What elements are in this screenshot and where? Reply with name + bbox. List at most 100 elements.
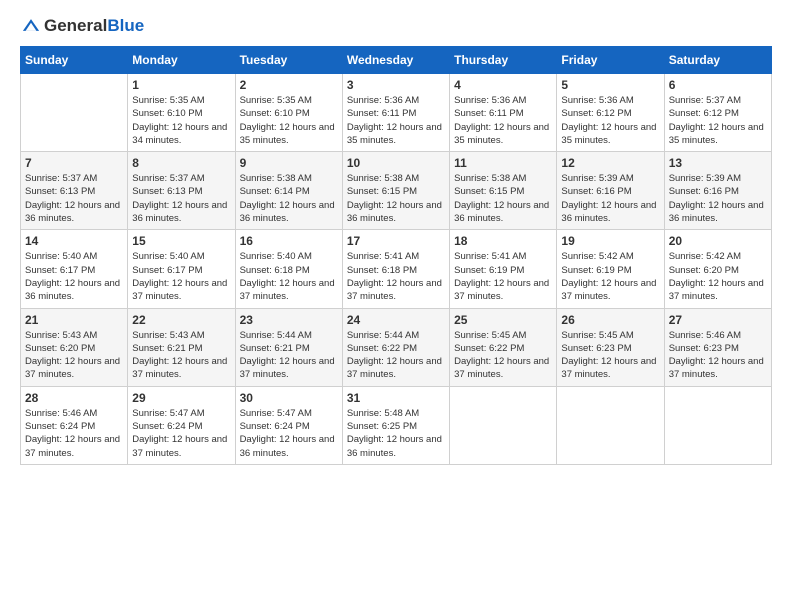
day-number: 18 (454, 234, 552, 248)
day-info: Sunrise: 5:46 AMSunset: 6:23 PMDaylight:… (669, 329, 767, 382)
day-info: Sunrise: 5:47 AMSunset: 6:24 PMDaylight:… (132, 407, 230, 460)
calendar-cell: 22Sunrise: 5:43 AMSunset: 6:21 PMDayligh… (128, 308, 235, 386)
calendar-cell: 19 Sunrise: 5:42 AMSunset: 6:19 PMDayligh… (557, 230, 664, 308)
day-info: Sunrise: 5:41 AMSunset: 6:19 PMDaylight:… (454, 250, 552, 303)
day-number: 30 (240, 391, 338, 405)
day-number: 27 (669, 313, 767, 327)
calendar-cell: 7 Sunrise: 5:37 AMSunset: 6:13 PMDaylight… (21, 152, 128, 230)
day-number: 2 (240, 78, 338, 92)
calendar-cell: 26 Sunrise: 5:45 AMSunset: 6:23 PMDayligh… (557, 308, 664, 386)
calendar-cell: 30 Sunrise: 5:47 AMSunset: 6:24 PMDayligh… (235, 386, 342, 464)
day-info: Sunrise: 5:43 AMSunset: 6:21 PMDaylight:… (132, 329, 230, 382)
day-info: Sunrise: 5:44 AMSunset: 6:22 PMDaylight:… (347, 329, 445, 382)
day-info: Sunrise: 5:36 AMSunset: 6:11 PMDaylight:… (454, 94, 552, 147)
calendar-cell: 21 Sunrise: 5:43 AMSunset: 6:20 PMDayligh… (21, 308, 128, 386)
day-info: Sunrise: 5:39 AMSunset: 6:16 PMDaylight:… (669, 172, 767, 225)
calendar-cell: 16 Sunrise: 5:40 AMSunset: 6:18 PMDayligh… (235, 230, 342, 308)
day-number: 1 (132, 78, 230, 92)
day-info: Sunrise: 5:45 AMSunset: 6:23 PMDaylight:… (561, 329, 659, 382)
day-info: Sunrise: 5:44 AMSunset: 6:21 PMDaylight:… (240, 329, 338, 382)
calendar-cell: 4 Sunrise: 5:36 AMSunset: 6:11 PMDaylight… (450, 74, 557, 152)
header-row: SundayMondayTuesdayWednesdayThursdayFrid… (21, 47, 772, 74)
day-info: Sunrise: 5:45 AMSunset: 6:22 PMDaylight:… (454, 329, 552, 382)
week-row-4: 21 Sunrise: 5:43 AMSunset: 6:20 PMDayligh… (21, 308, 772, 386)
day-number: 5 (561, 78, 659, 92)
calendar-cell: 1 Sunrise: 5:35 AMSunset: 6:10 PMDaylight… (128, 74, 235, 152)
calendar-cell: 12 Sunrise: 5:39 AMSunset: 6:16 PMDayligh… (557, 152, 664, 230)
day-number: 20 (669, 234, 767, 248)
calendar-cell: 24 Sunrise: 5:44 AMSunset: 6:22 PMDayligh… (342, 308, 449, 386)
day-number: 7 (25, 156, 123, 170)
calendar-cell: 28Sunrise: 5:46 AMSunset: 6:24 PMDayligh… (21, 386, 128, 464)
day-info: Sunrise: 5:36 AMSunset: 6:12 PMDaylight:… (561, 94, 659, 147)
page: GeneralBlue SundayMondayTuesdayWednesday… (0, 0, 792, 612)
header-day-friday: Friday (557, 47, 664, 74)
day-info: Sunrise: 5:38 AMSunset: 6:14 PMDaylight:… (240, 172, 338, 225)
header: GeneralBlue (20, 16, 772, 34)
day-number: 10 (347, 156, 445, 170)
week-row-5: 28Sunrise: 5:46 AMSunset: 6:24 PMDayligh… (21, 386, 772, 464)
calendar-cell: 11 Sunrise: 5:38 AMSunset: 6:15 PMDayligh… (450, 152, 557, 230)
week-row-2: 7 Sunrise: 5:37 AMSunset: 6:13 PMDaylight… (21, 152, 772, 230)
week-row-1: 1 Sunrise: 5:35 AMSunset: 6:10 PMDaylight… (21, 74, 772, 152)
day-info: Sunrise: 5:41 AMSunset: 6:18 PMDaylight:… (347, 250, 445, 303)
day-info: Sunrise: 5:40 AMSunset: 6:18 PMDaylight:… (240, 250, 338, 303)
calendar-cell: 27 Sunrise: 5:46 AMSunset: 6:23 PMDayligh… (664, 308, 771, 386)
day-info: Sunrise: 5:37 AMSunset: 6:13 PMDaylight:… (25, 172, 123, 225)
calendar-cell: 23 Sunrise: 5:44 AMSunset: 6:21 PMDayligh… (235, 308, 342, 386)
header-day-saturday: Saturday (664, 47, 771, 74)
day-info: Sunrise: 5:48 AMSunset: 6:25 PMDaylight:… (347, 407, 445, 460)
day-number: 23 (240, 313, 338, 327)
day-number: 25 (454, 313, 552, 327)
day-info: Sunrise: 5:42 AMSunset: 6:19 PMDaylight:… (561, 250, 659, 303)
week-row-3: 14 Sunrise: 5:40 AMSunset: 6:17 PMDayligh… (21, 230, 772, 308)
calendar-cell: 18 Sunrise: 5:41 AMSunset: 6:19 PMDayligh… (450, 230, 557, 308)
day-number: 24 (347, 313, 445, 327)
calendar-cell (450, 386, 557, 464)
header-day-monday: Monday (128, 47, 235, 74)
day-number: 3 (347, 78, 445, 92)
calendar-cell: 13 Sunrise: 5:39 AMSunset: 6:16 PMDayligh… (664, 152, 771, 230)
day-info: Sunrise: 5:35 AMSunset: 6:10 PMDaylight:… (240, 94, 338, 147)
calendar-cell: 10Sunrise: 5:38 AMSunset: 6:15 PMDayligh… (342, 152, 449, 230)
day-number: 31 (347, 391, 445, 405)
logo-text: GeneralBlue (44, 17, 144, 34)
header-day-thursday: Thursday (450, 47, 557, 74)
calendar-cell: 14 Sunrise: 5:40 AMSunset: 6:17 PMDayligh… (21, 230, 128, 308)
day-number: 4 (454, 78, 552, 92)
calendar-cell: 17 Sunrise: 5:41 AMSunset: 6:18 PMDayligh… (342, 230, 449, 308)
calendar-table: SundayMondayTuesdayWednesdayThursdayFrid… (20, 46, 772, 465)
day-number: 16 (240, 234, 338, 248)
day-number: 12 (561, 156, 659, 170)
calendar-cell: 29 Sunrise: 5:47 AMSunset: 6:24 PMDayligh… (128, 386, 235, 464)
day-info: Sunrise: 5:43 AMSunset: 6:20 PMDaylight:… (25, 329, 123, 382)
day-info: Sunrise: 5:47 AMSunset: 6:24 PMDaylight:… (240, 407, 338, 460)
day-number: 19 (561, 234, 659, 248)
calendar-cell: 2 Sunrise: 5:35 AMSunset: 6:10 PMDaylight… (235, 74, 342, 152)
day-number: 14 (25, 234, 123, 248)
logo-icon (22, 16, 40, 34)
calendar-cell: 5 Sunrise: 5:36 AMSunset: 6:12 PMDaylight… (557, 74, 664, 152)
day-info: Sunrise: 5:36 AMSunset: 6:11 PMDaylight:… (347, 94, 445, 147)
day-number: 8 (132, 156, 230, 170)
header-day-sunday: Sunday (21, 47, 128, 74)
day-info: Sunrise: 5:35 AMSunset: 6:10 PMDaylight:… (132, 94, 230, 147)
day-info: Sunrise: 5:39 AMSunset: 6:16 PMDaylight:… (561, 172, 659, 225)
day-number: 13 (669, 156, 767, 170)
day-number: 17 (347, 234, 445, 248)
day-info: Sunrise: 5:37 AMSunset: 6:13 PMDaylight:… (132, 172, 230, 225)
calendar-cell: 8 Sunrise: 5:37 AMSunset: 6:13 PMDaylight… (128, 152, 235, 230)
day-number: 11 (454, 156, 552, 170)
header-day-wednesday: Wednesday (342, 47, 449, 74)
day-info: Sunrise: 5:38 AMSunset: 6:15 PMDaylight:… (454, 172, 552, 225)
day-number: 26 (561, 313, 659, 327)
day-info: Sunrise: 5:46 AMSunset: 6:24 PMDaylight:… (25, 407, 123, 460)
day-info: Sunrise: 5:42 AMSunset: 6:20 PMDaylight:… (669, 250, 767, 303)
calendar-cell (557, 386, 664, 464)
calendar-cell (664, 386, 771, 464)
day-info: Sunrise: 5:40 AMSunset: 6:17 PMDaylight:… (25, 250, 123, 303)
logo: GeneralBlue (20, 16, 144, 34)
day-number: 21 (25, 313, 123, 327)
day-number: 29 (132, 391, 230, 405)
calendar-cell: 25 Sunrise: 5:45 AMSunset: 6:22 PMDayligh… (450, 308, 557, 386)
